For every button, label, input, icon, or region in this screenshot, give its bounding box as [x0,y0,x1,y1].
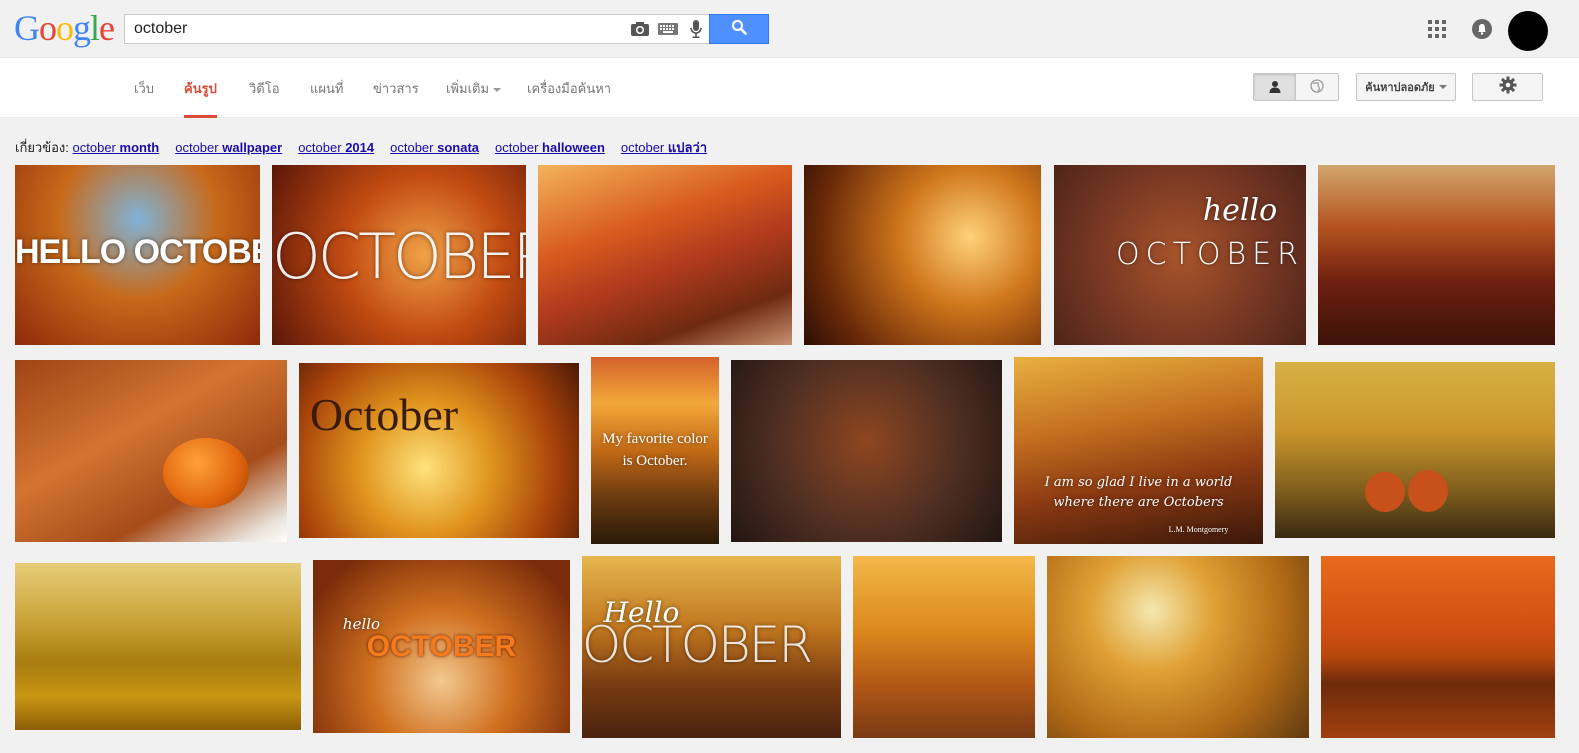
image-caption: hello [1202,193,1278,228]
image-caption: October [309,389,459,440]
microphone-icon[interactable] [685,19,707,39]
logo-letter: e [99,8,115,48]
tab-search-tools[interactable]: เครื่องมือค้นหา [527,78,611,118]
google-logo[interactable]: Google [14,8,115,48]
image-result[interactable]: HELLO OCTOBER [15,165,260,345]
related-link-base: october [175,140,219,155]
nav-bar: เว็บ ค้นรูป วิดีโอ แผนที่ ข่าวสาร เพิ่มเ… [0,58,1579,118]
pumpkin-shape [1408,470,1448,512]
image-result[interactable]: I am so glad I live in a world where the… [1014,357,1263,544]
image-result[interactable]: OCTOBER [272,165,526,345]
image-caption: I am so glad I live in a world [1044,475,1233,490]
logo-letter: g [73,8,91,48]
related-link-extra: halloween [542,140,605,155]
personal-results-toggle [1253,73,1339,101]
search-button[interactable] [709,14,769,44]
image-caption: HELLO OCTOBER [15,233,260,271]
camera-icon[interactable] [629,19,651,39]
logo-letter: l [90,8,100,48]
image-result[interactable] [731,360,1002,542]
related-link[interactable]: october sonata [390,140,479,155]
related-link[interactable]: october month [73,140,160,155]
search-input[interactable] [125,15,620,43]
chevron-down-icon [1438,85,1447,89]
related-link[interactable]: october แปลว่า [621,140,707,155]
image-caption: My favorite color [602,431,708,447]
globe-icon [1310,78,1324,97]
tab-more-label: เพิ่มเติม [446,81,490,96]
image-result[interactable] [1318,165,1555,345]
image-result[interactable] [804,165,1041,345]
tab-more[interactable]: เพิ่มเติม [446,78,502,118]
image-result[interactable] [1275,362,1555,538]
related-link-extra: 2014 [345,140,375,155]
chevron-down-icon [493,87,502,92]
tab-images[interactable]: ค้นรูป [184,78,217,118]
logo-letter: G [14,8,40,48]
safe-search-label: ค้นหาปลอดภัย [1365,82,1435,94]
image-result[interactable]: Hello OCTOBER [582,556,841,738]
image-result[interactable] [1321,556,1555,738]
tab-maps[interactable]: แผนที่ [310,78,343,118]
related-link-base: october [495,140,539,155]
logo-letter: o [39,8,57,48]
related-link-extra: sonata [437,140,480,155]
related-link-base: october [72,140,116,155]
top-bar: Google [0,0,1579,58]
related-link-extra: month [119,140,160,155]
image-caption: is October. [622,453,688,469]
related-link-base: october [390,140,434,155]
image-result[interactable]: hello OCTOBER [1054,165,1306,345]
image-result[interactable] [853,556,1035,738]
image-result[interactable] [15,563,301,730]
image-result[interactable] [1047,556,1309,738]
tab-news[interactable]: ข่าวสาร [373,78,419,118]
related-link-base: october [620,140,665,155]
apps-grid-icon[interactable] [1428,20,1446,38]
image-result[interactable]: My favorite color is October. [591,357,719,544]
related-prefix: เกี่ยวข้อง: [15,140,69,155]
related-link-base: october [298,140,342,155]
image-caption: OCTOBER [366,630,517,663]
related-searches: เกี่ยวข้อง: october month october wallpap… [15,137,723,158]
tab-web[interactable]: เว็บ [134,78,154,118]
related-link-extra: แปลว่า [667,140,708,155]
image-result[interactable] [15,360,287,542]
personal-results-button[interactable] [1254,74,1297,100]
logo-letter: o [56,8,74,48]
gear-icon [1499,76,1517,98]
image-caption: OCTOBER [582,616,813,674]
image-caption: OCTOBER [272,220,526,293]
related-link[interactable]: october 2014 [298,140,374,155]
related-link-extra: wallpaper [222,140,283,155]
settings-button[interactable] [1472,73,1543,101]
image-caption: where there are Octobers [1053,495,1224,510]
safe-search-button[interactable]: ค้นหาปลอดภัย [1356,73,1456,101]
global-results-button[interactable] [1296,74,1338,100]
image-result[interactable]: hello OCTOBER [313,560,570,733]
pumpkin-shape [1365,472,1405,512]
image-result[interactable]: October [299,363,579,538]
pumpkin-shape [163,438,249,508]
search-icon [731,19,747,39]
tab-videos[interactable]: วิดีโอ [249,78,280,118]
related-link[interactable]: october wallpaper [175,140,282,155]
keyboard-icon[interactable] [657,19,679,39]
notifications-icon[interactable] [1472,19,1492,39]
avatar[interactable] [1508,11,1548,51]
image-caption: OCTOBER [1116,237,1304,272]
search-box [124,14,710,44]
image-caption: L.M. Montgomery [1168,525,1229,534]
person-icon [1269,78,1281,97]
image-result[interactable] [538,165,792,345]
related-link[interactable]: october halloween [495,140,605,155]
